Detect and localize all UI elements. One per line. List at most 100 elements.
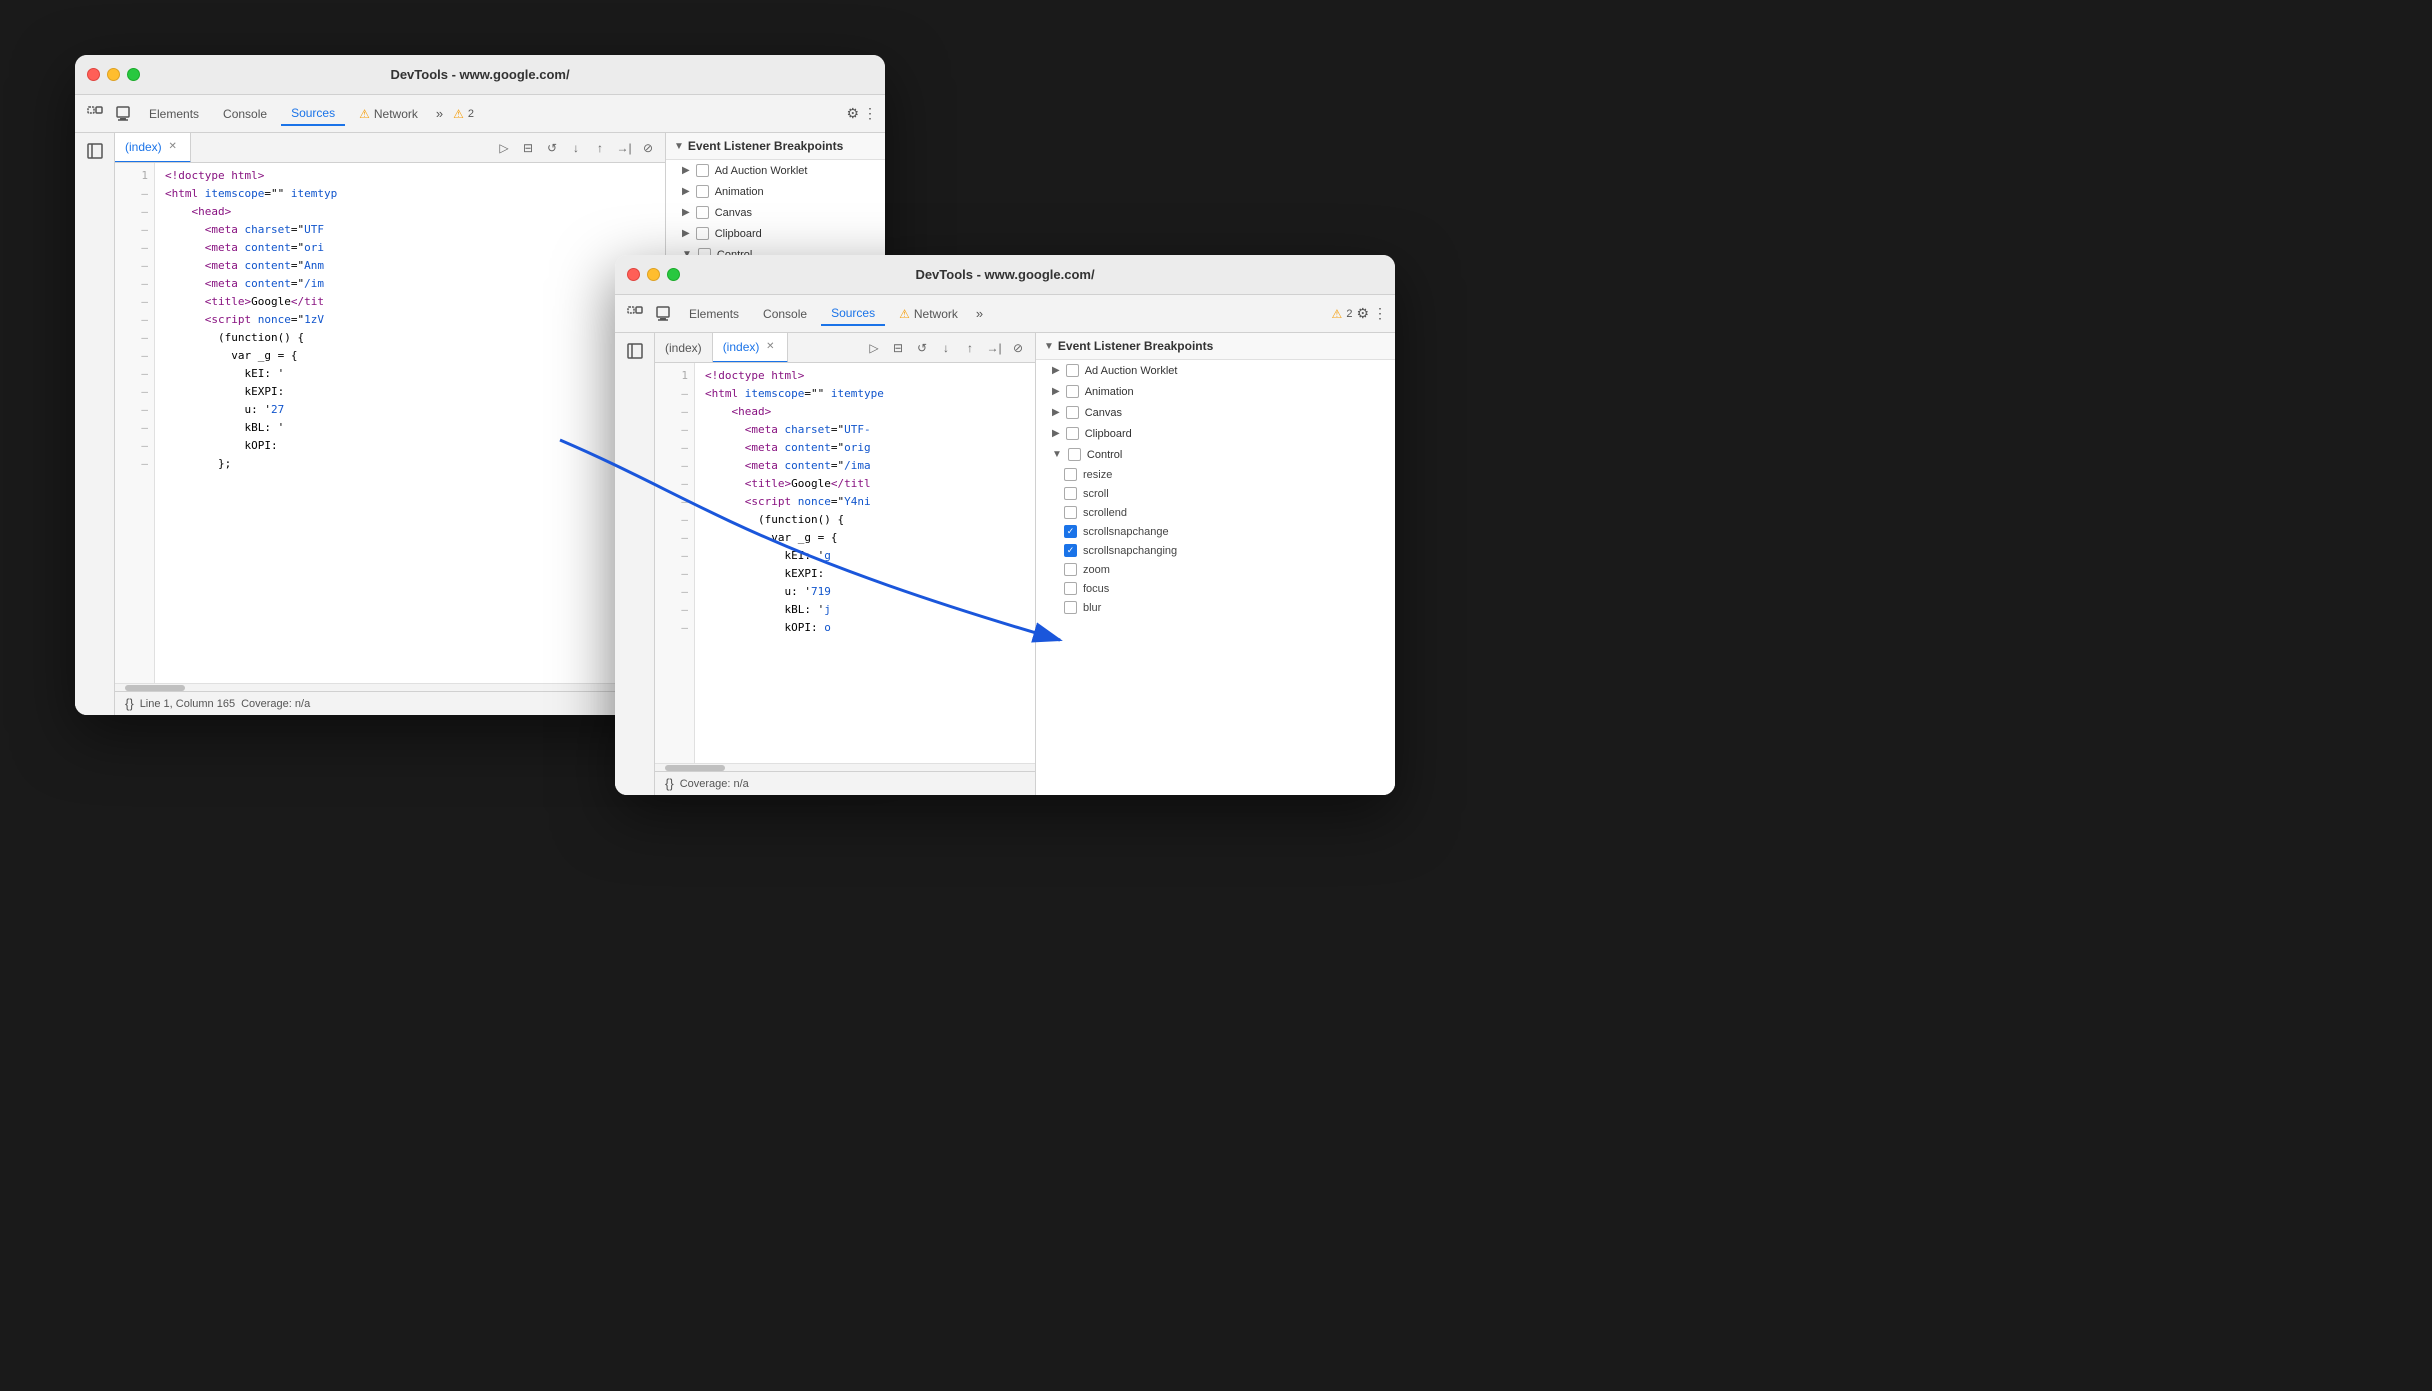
bp-checkbox-ad-1[interactable] [696, 164, 709, 177]
more-tabs-btn-2[interactable]: » [972, 304, 987, 323]
bp-zoom-2[interactable]: zoom [1036, 560, 1395, 579]
code-line: (function() { [165, 329, 665, 347]
settings-icon-1[interactable]: ⚙ [846, 105, 859, 122]
chevron-right-icon-clip: ▶ [1052, 428, 1060, 439]
tab-console-2[interactable]: Console [753, 303, 817, 325]
chevron-icon-1: ▼ [674, 141, 684, 152]
step-out-btn-2[interactable]: ↑ [959, 337, 981, 359]
continue-btn-1[interactable]: →| [613, 137, 635, 159]
bp-checkbox-scrollend-2[interactable] [1064, 506, 1077, 519]
tab-network-2[interactable]: ⚠ Network [889, 303, 968, 325]
tab-network-1[interactable]: ⚠ Network [349, 103, 428, 125]
code-scroll-2[interactable]: 1 – – – – – – – – – – – – – – [655, 363, 1035, 763]
bp-scrollsnapchange-2[interactable]: scrollsnapchange [1036, 522, 1395, 541]
step-out-btn-1[interactable]: ↑ [589, 137, 611, 159]
bp-canvas-1[interactable]: ▶ Canvas [666, 202, 885, 223]
step-over-btn-1[interactable]: ↺ [541, 137, 563, 159]
close-button-1[interactable] [87, 68, 100, 81]
bp-canvas-2[interactable]: ▶ Canvas [1036, 402, 1395, 423]
inspect-icon[interactable] [83, 102, 107, 126]
more-options-icon-2[interactable]: ⋮ [1373, 305, 1387, 322]
new-tab-btn-1[interactable]: ▷ [493, 137, 515, 159]
bp-checkbox-control-2[interactable] [1068, 448, 1081, 461]
minimize-button-2[interactable] [647, 268, 660, 281]
code-line: kEI: 'g [705, 547, 1035, 565]
bp-checkbox-canvas-2[interactable] [1066, 406, 1079, 419]
file-tabs-1: (index) ✕ ▷ ⊟ ↺ ↓ ↑ →| ⊘ [115, 133, 665, 163]
more-options-icon-1[interactable]: ⋮ [863, 105, 877, 122]
tab-console-1[interactable]: Console [213, 103, 277, 125]
bp-blur-2[interactable]: blur [1036, 598, 1395, 617]
close-button-2[interactable] [627, 268, 640, 281]
code-line: kEXPI: [165, 383, 665, 401]
file-tab-index-2a[interactable]: (index) [655, 333, 713, 363]
bp-control-2[interactable]: ▼ Control [1036, 444, 1395, 465]
bp-checkbox-ad-2[interactable] [1066, 364, 1079, 377]
bp-checkbox-scroll-2[interactable] [1064, 487, 1077, 500]
bp-checkbox-clipboard-2[interactable] [1066, 427, 1079, 440]
minimize-button-1[interactable] [107, 68, 120, 81]
bp-resize-2[interactable]: resize [1036, 465, 1395, 484]
code-line: <head> [705, 403, 1035, 421]
deactivate-btn-2[interactable]: ⊘ [1007, 337, 1029, 359]
file-tab-close-2[interactable]: ✕ [763, 340, 777, 354]
bp-checkbox-focus-2[interactable] [1064, 582, 1077, 595]
bp-checkbox-canvas-1[interactable] [696, 206, 709, 219]
horizontal-scrollbar-2[interactable] [655, 763, 1035, 771]
tab-elements-1[interactable]: Elements [139, 103, 209, 125]
new-sources-btn-2[interactable]: ▷ [863, 337, 885, 359]
bp-checkbox-scrollsnapchange-2[interactable] [1064, 525, 1077, 538]
status-coverage: Coverage: n/a [241, 698, 310, 710]
horizontal-scrollbar-1[interactable] [115, 683, 665, 691]
maximize-button-1[interactable] [127, 68, 140, 81]
bp-checkbox-clipboard-1[interactable] [696, 227, 709, 240]
bp-checkbox-blur-2[interactable] [1064, 601, 1077, 614]
event-listener-header-2[interactable]: ▼ Event Listener Breakpoints [1036, 333, 1395, 360]
window-title-2: DevTools - www.google.com/ [915, 267, 1094, 282]
tab-sources-2[interactable]: Sources [821, 302, 885, 326]
bp-scrollend-2[interactable]: scrollend [1036, 503, 1395, 522]
device-icon-2[interactable] [651, 302, 675, 326]
bp-ad-auction-2[interactable]: ▶ Ad Auction Worklet [1036, 360, 1395, 381]
curly-braces-icon-2[interactable]: {} [665, 776, 674, 791]
file-tab-index-1[interactable]: (index) ✕ [115, 133, 191, 163]
panel-toggle-btn-2[interactable] [621, 337, 649, 365]
bp-checkbox-anim-1[interactable] [696, 185, 709, 198]
bp-checkbox-anim-2[interactable] [1066, 385, 1079, 398]
step-into-btn-2[interactable]: ↓ [935, 337, 957, 359]
device-icon[interactable] [111, 102, 135, 126]
file-tab-index-2b[interactable]: (index) ✕ [713, 333, 789, 363]
split-view-btn-1[interactable]: ⊟ [517, 137, 539, 159]
curly-braces-icon[interactable]: {} [125, 696, 134, 711]
file-tab-close-1[interactable]: ✕ [166, 140, 180, 154]
event-listener-header-1[interactable]: ▼ Event Listener Breakpoints [666, 133, 885, 160]
step-over-btn-2[interactable]: ↺ [911, 337, 933, 359]
scrollbar-thumb-1[interactable] [125, 685, 185, 691]
bp-clipboard-2[interactable]: ▶ Clipboard [1036, 423, 1395, 444]
bp-animation-1[interactable]: ▶ Animation [666, 181, 885, 202]
bp-clipboard-1[interactable]: ▶ Clipboard [666, 223, 885, 244]
settings-icon-2[interactable]: ⚙ [1356, 305, 1369, 322]
bp-scrollsnapchanging-2[interactable]: scrollsnapchanging [1036, 541, 1395, 560]
inspect-icon-2[interactable] [623, 302, 647, 326]
line-numbers-2: 1 – – – – – – – – – – – – – – [655, 363, 695, 763]
bp-scroll-2[interactable]: scroll [1036, 484, 1395, 503]
step-into-btn-1[interactable]: ↓ [565, 137, 587, 159]
tab-sources-1[interactable]: Sources [281, 102, 345, 126]
scrollbar-thumb-2[interactable] [665, 765, 725, 771]
more-tabs-btn-1[interactable]: » [432, 104, 447, 123]
continue-btn-2[interactable]: →| [983, 337, 1005, 359]
bp-checkbox-scrollsnapchanging-2[interactable] [1064, 544, 1077, 557]
code-scroll-1[interactable]: 1 – – – – – – – – – – – – – – [115, 163, 665, 683]
tab-elements-2[interactable]: Elements [679, 303, 749, 325]
deactivate-btn-1[interactable]: ⊘ [637, 137, 659, 159]
bp-checkbox-zoom-2[interactable] [1064, 563, 1077, 576]
panel-toggle-btn-1[interactable] [81, 137, 109, 165]
bp-ad-auction-1[interactable]: ▶ Ad Auction Worklet [666, 160, 885, 181]
split-view-btn-2[interactable]: ⊟ [887, 337, 909, 359]
warning-badge-1: 2 [468, 108, 474, 120]
bp-animation-2[interactable]: ▶ Animation [1036, 381, 1395, 402]
bp-checkbox-resize-2[interactable] [1064, 468, 1077, 481]
maximize-button-2[interactable] [667, 268, 680, 281]
bp-focus-2[interactable]: focus [1036, 579, 1395, 598]
